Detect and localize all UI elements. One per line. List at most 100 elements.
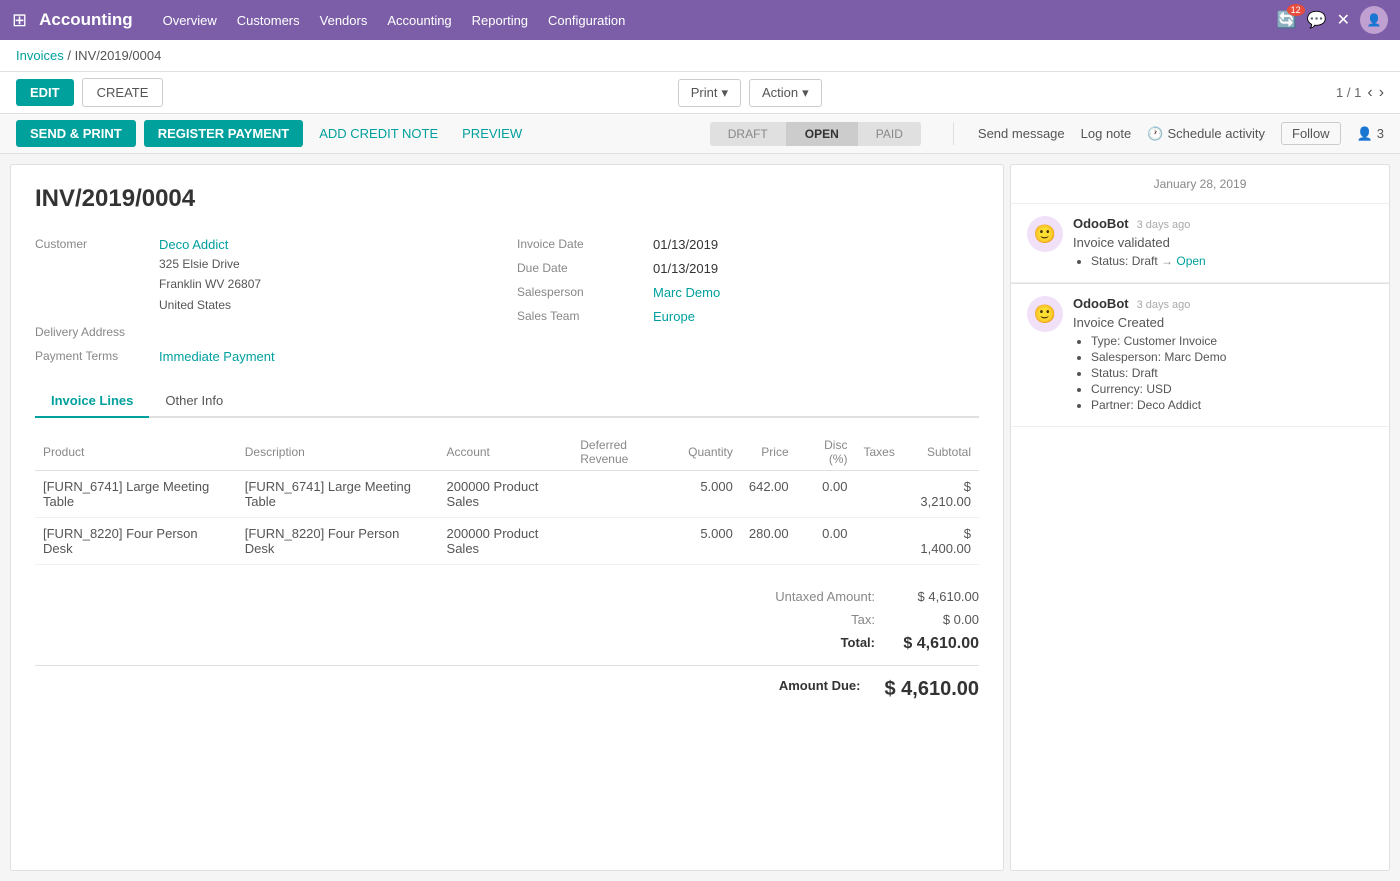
clock-icon: 🕐 bbox=[1147, 126, 1163, 142]
msg1-details: Status: Draft → Open bbox=[1073, 254, 1373, 268]
app-name: Accounting bbox=[39, 10, 133, 30]
cell-description: [FURN_6741] Large Meeting Table bbox=[237, 471, 439, 518]
invoice-date-label: Invoice Date bbox=[517, 237, 647, 251]
nav-accounting[interactable]: Accounting bbox=[387, 13, 451, 28]
col-description: Description bbox=[237, 434, 439, 471]
cell-description: [FURN_8220] Four Person Desk bbox=[237, 518, 439, 565]
invoice-number: INV/2019/0004 bbox=[35, 185, 979, 213]
chatter-date-divider: January 28, 2019 bbox=[1011, 165, 1389, 204]
pagination: 1 / 1 ‹ › bbox=[1336, 84, 1384, 102]
close-icon[interactable]: ✕ bbox=[1337, 10, 1350, 30]
col-quantity: Quantity bbox=[680, 434, 741, 471]
cell-product: [FURN_8220] Four Person Desk bbox=[35, 518, 237, 565]
salesperson-value[interactable]: Marc Demo bbox=[653, 285, 979, 301]
table-row: [FURN_6741] Large Meeting Table [FURN_67… bbox=[35, 471, 979, 518]
cell-deferred bbox=[572, 518, 680, 565]
status-steps: DRAFT OPEN PAID bbox=[710, 122, 921, 146]
action-button[interactable]: Action ▾ bbox=[749, 79, 822, 107]
schedule-activity-button[interactable]: 🕐 Schedule activity bbox=[1147, 126, 1265, 142]
log-note-button[interactable]: Log note bbox=[1081, 126, 1132, 141]
cell-subtotal: $ 3,210.00 bbox=[903, 471, 979, 518]
totals-section: Untaxed Amount: $ 4,610.00 Tax: $ 0.00 T… bbox=[35, 585, 979, 705]
main-layout: INV/2019/0004 Customer Deco Addict 325 E… bbox=[0, 154, 1400, 881]
create-button[interactable]: CREATE bbox=[82, 78, 164, 107]
col-account: Account bbox=[439, 434, 573, 471]
action-bar: EDIT CREATE Print ▾ Action ▾ 1 / 1 ‹ › bbox=[0, 72, 1400, 114]
chevron-down-icon: ▾ bbox=[721, 85, 728, 101]
tax-label: Tax: bbox=[735, 612, 875, 627]
status-draft[interactable]: DRAFT bbox=[710, 122, 787, 146]
customer-label: Customer bbox=[35, 237, 155, 251]
msg1-title: Invoice validated bbox=[1073, 235, 1373, 250]
status-paid[interactable]: PAID bbox=[858, 122, 921, 146]
total-row: Total: $ 4,610.00 bbox=[35, 631, 979, 657]
avatar[interactable]: 👤 bbox=[1360, 6, 1388, 34]
cell-price: 280.00 bbox=[741, 518, 797, 565]
edit-button[interactable]: EDIT bbox=[16, 79, 74, 106]
grid-icon[interactable]: ⊞ bbox=[12, 10, 27, 31]
updates-icon[interactable]: 🔄12 bbox=[1277, 10, 1297, 30]
chatter-actions: Send message Log note 🕐 Schedule activit… bbox=[953, 122, 1384, 145]
chatter-message-2: 🙂 OdooBot 3 days ago Invoice Created Typ… bbox=[1011, 284, 1389, 427]
send-message-button[interactable]: Send message bbox=[978, 126, 1065, 141]
col-price: Price bbox=[741, 434, 797, 471]
pagination-info: 1 / 1 bbox=[1336, 85, 1361, 100]
col-taxes: Taxes bbox=[855, 434, 902, 471]
nav-right-icons: 🔄12 💬 ✕ 👤 bbox=[1277, 6, 1388, 34]
cell-disc: 0.00 bbox=[797, 471, 856, 518]
invoice-actions: SEND & PRINT REGISTER PAYMENT ADD CREDIT… bbox=[16, 120, 530, 147]
cell-quantity: 5.000 bbox=[680, 471, 741, 518]
sales-team-value[interactable]: Europe bbox=[653, 309, 979, 325]
msg2-title: Invoice Created bbox=[1073, 315, 1373, 330]
nav-configuration[interactable]: Configuration bbox=[548, 13, 625, 28]
follow-button[interactable]: Follow bbox=[1281, 122, 1341, 145]
preview-button[interactable]: PREVIEW bbox=[454, 120, 530, 147]
invoice-tabs: Invoice Lines Other Info bbox=[35, 385, 979, 418]
invoice-date-value: 01/13/2019 bbox=[653, 237, 979, 253]
invoice-meta: Invoice Date 01/13/2019 Due Date 01/13/2… bbox=[517, 237, 979, 365]
nav-vendors[interactable]: Vendors bbox=[320, 13, 368, 28]
due-date-value: 01/13/2019 bbox=[653, 261, 979, 277]
cell-disc: 0.00 bbox=[797, 518, 856, 565]
send-print-button[interactable]: SEND & PRINT bbox=[16, 120, 136, 147]
tab-invoice-lines[interactable]: Invoice Lines bbox=[35, 385, 149, 418]
invoice-lines-table: Product Description Account Deferred Rev… bbox=[35, 434, 979, 565]
nav-overview[interactable]: Overview bbox=[163, 13, 217, 28]
nav-customers[interactable]: Customers bbox=[237, 13, 300, 28]
chat-icon[interactable]: 💬 bbox=[1307, 10, 1327, 30]
tax-row: Tax: $ 0.00 bbox=[35, 608, 979, 631]
col-product: Product bbox=[35, 434, 237, 471]
total-label: Total: bbox=[735, 635, 875, 653]
person-icon: 👤 bbox=[1357, 126, 1373, 142]
breadcrumb-parent[interactable]: Invoices bbox=[16, 48, 64, 63]
msg1-time: 3 days ago bbox=[1137, 219, 1191, 231]
add-credit-note-button[interactable]: ADD CREDIT NOTE bbox=[311, 120, 446, 147]
col-disc: Disc (%) bbox=[797, 434, 856, 471]
followers-count: 👤 3 bbox=[1357, 126, 1384, 142]
print-button[interactable]: Print ▾ bbox=[678, 79, 741, 107]
untaxed-label: Untaxed Amount: bbox=[735, 589, 875, 604]
chatter-message-1: 🙂 OdooBot 3 days ago Invoice validated S… bbox=[1011, 204, 1389, 283]
breadcrumb: Invoices / INV/2019/0004 bbox=[0, 40, 1400, 72]
payment-terms-label: Payment Terms bbox=[35, 349, 155, 363]
pagination-next[interactable]: › bbox=[1379, 84, 1384, 102]
register-payment-button[interactable]: REGISTER PAYMENT bbox=[144, 120, 303, 147]
cell-account: 200000 Product Sales bbox=[439, 518, 573, 565]
breadcrumb-current: INV/2019/0004 bbox=[75, 48, 162, 63]
untaxed-value: $ 4,610.00 bbox=[899, 589, 979, 604]
pagination-prev[interactable]: ‹ bbox=[1367, 84, 1372, 102]
tab-other-info[interactable]: Other Info bbox=[149, 385, 239, 418]
msg1-author: OdooBot bbox=[1073, 216, 1129, 231]
msg2-details: Type: Customer Invoice Salesperson: Marc… bbox=[1073, 334, 1373, 412]
status-open[interactable]: OPEN bbox=[787, 122, 858, 146]
customer-address: 325 Elsie DriveFranklin WV 26807United S… bbox=[159, 254, 497, 315]
cell-account: 200000 Product Sales bbox=[439, 471, 573, 518]
nav-reporting[interactable]: Reporting bbox=[472, 13, 528, 28]
payment-terms-value[interactable]: Immediate Payment bbox=[159, 349, 497, 365]
cell-deferred bbox=[572, 471, 680, 518]
cell-quantity: 5.000 bbox=[680, 518, 741, 565]
chevron-down-icon: ▾ bbox=[802, 85, 809, 101]
msg2-time: 3 days ago bbox=[1137, 299, 1191, 311]
customer-name[interactable]: Deco Addict bbox=[159, 237, 497, 252]
table-row: [FURN_8220] Four Person Desk [FURN_8220]… bbox=[35, 518, 979, 565]
